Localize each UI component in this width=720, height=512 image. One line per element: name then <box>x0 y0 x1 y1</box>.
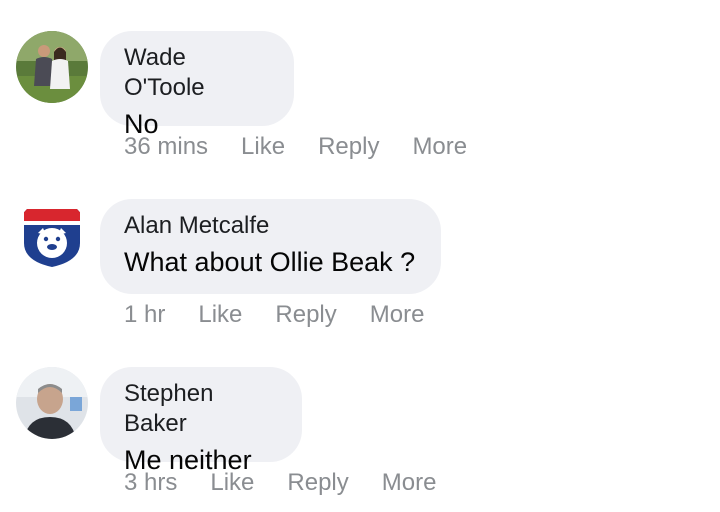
more-button[interactable]: More <box>382 469 437 497</box>
comment-actions: 3 hrs Like Reply More <box>124 466 436 500</box>
like-button[interactable]: Like <box>210 469 254 497</box>
comment-item: Alan Metcalfe What about Ollie Beak ? 1 … <box>0 168 720 336</box>
comment-bubble: Alan Metcalfe What about Ollie Beak ? <box>100 199 441 294</box>
man-photo-avatar-icon <box>16 367 88 439</box>
user-avatar[interactable] <box>16 31 88 103</box>
couple-photo-avatar-icon <box>16 31 88 103</box>
like-button[interactable]: Like <box>198 301 242 329</box>
comment-timestamp[interactable]: 36 mins <box>124 133 208 161</box>
bulldog-logo-avatar-icon <box>16 199 88 271</box>
comment-timestamp[interactable]: 1 hr <box>124 301 165 329</box>
comment-item: Wade O'Toole No 36 mins Like Reply More <box>0 0 720 168</box>
reply-button[interactable]: Reply <box>318 133 379 161</box>
comment-actions: 1 hr Like Reply More <box>124 298 424 332</box>
comment-actions: 36 mins Like Reply More <box>124 130 467 164</box>
comment-item: Stephen Baker Me neither 3 hrs Like Repl… <box>0 336 720 504</box>
more-button[interactable]: More <box>370 301 425 329</box>
comment-author[interactable]: Alan Metcalfe <box>124 211 417 241</box>
comment-author[interactable]: Stephen Baker <box>124 379 278 439</box>
reply-button[interactable]: Reply <box>275 301 336 329</box>
comment-bubble: Stephen Baker Me neither <box>100 367 302 475</box>
more-button[interactable]: More <box>412 133 467 161</box>
user-avatar[interactable] <box>16 199 88 271</box>
like-button[interactable]: Like <box>241 133 285 161</box>
comment-text: What about Ollie Beak ? <box>124 247 416 277</box>
reply-button[interactable]: Reply <box>287 469 348 497</box>
comment-bubble: Wade O'Toole No <box>100 31 294 139</box>
user-avatar[interactable] <box>16 367 88 439</box>
comment-timestamp[interactable]: 3 hrs <box>124 469 177 497</box>
comment-author[interactable]: Wade O'Toole <box>124 43 270 103</box>
